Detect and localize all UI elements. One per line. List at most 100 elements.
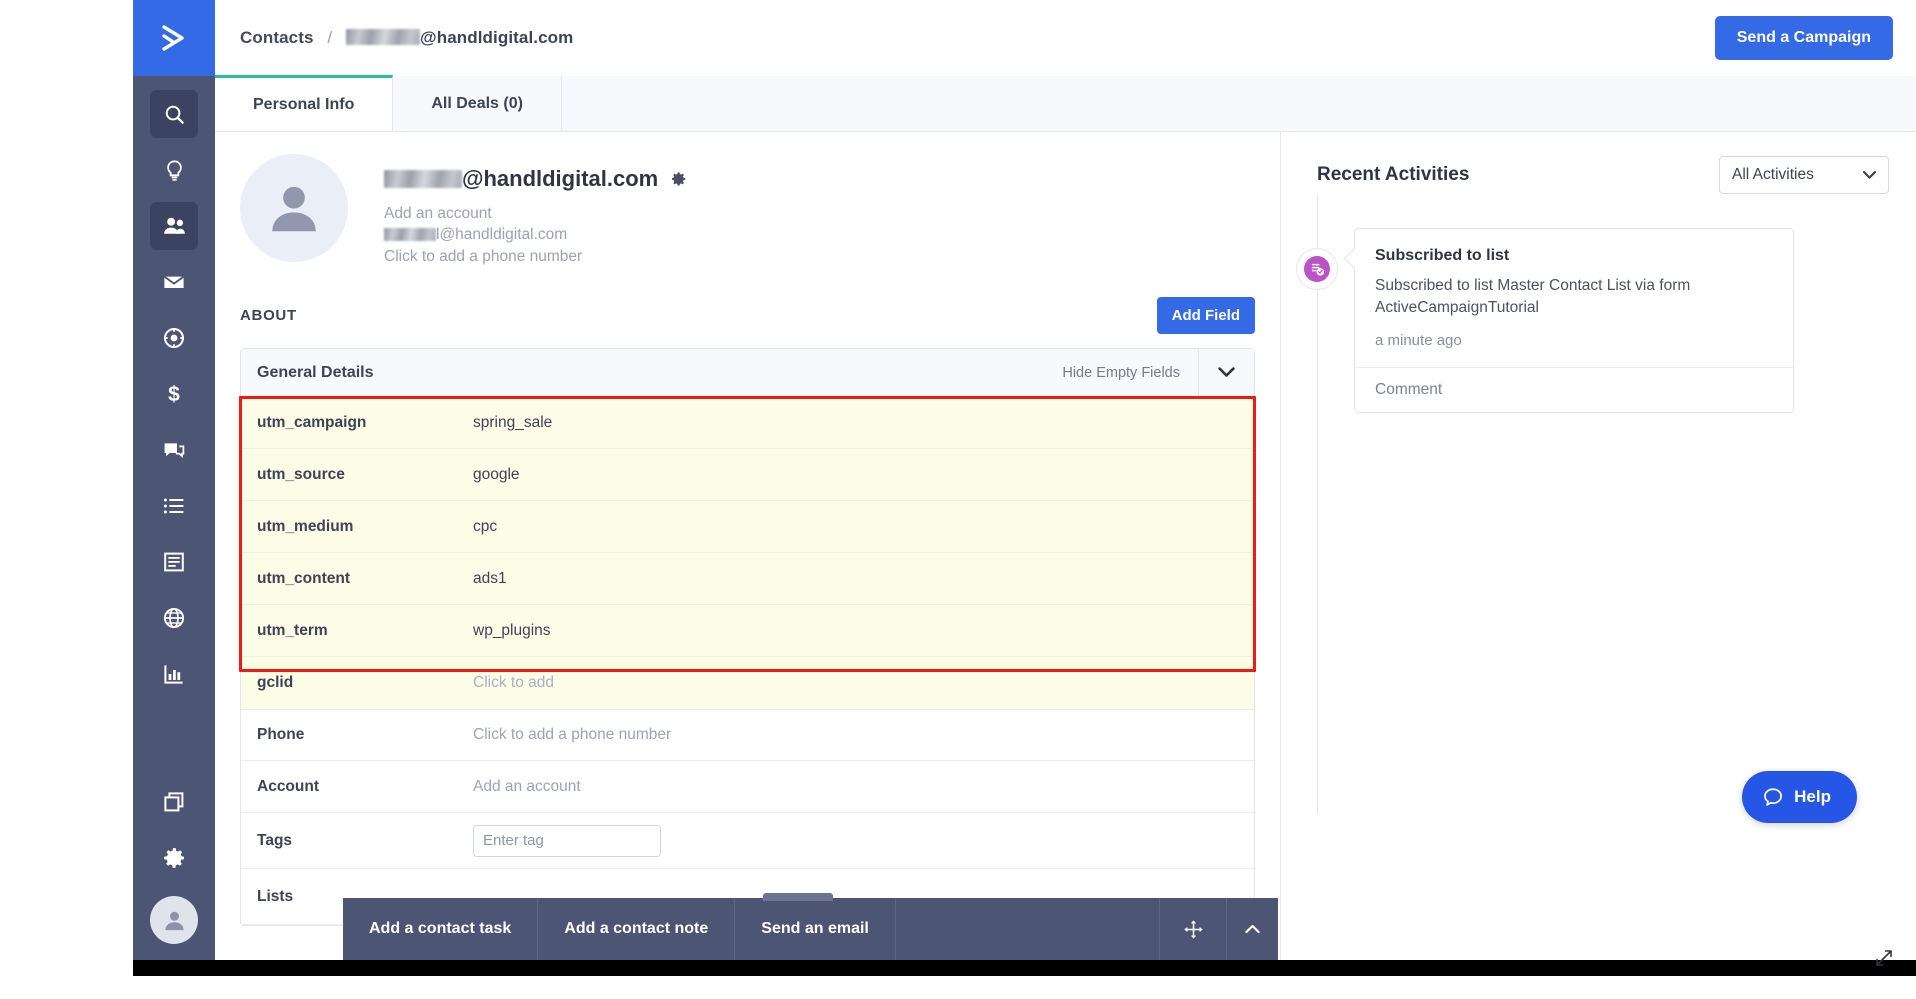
- page-bottom-strip: [0, 976, 1916, 999]
- activecampaign-logo[interactable]: [133, 0, 215, 76]
- add-field-button[interactable]: Add Field: [1157, 297, 1255, 334]
- field-value[interactable]: spring_sale: [473, 414, 552, 432]
- pages-icon: [162, 550, 186, 574]
- send-an-email-button[interactable]: Send an email: [735, 898, 896, 960]
- field-value[interactable]: wp_plugins: [473, 622, 551, 640]
- sidebar-item-campaigns[interactable]: [150, 258, 198, 306]
- contact-header: @handldigital.com Add an account l@handl…: [215, 132, 1280, 267]
- lightbulb-icon: [163, 159, 186, 182]
- breadcrumb: Contacts / @handldigital.com: [240, 28, 573, 48]
- breadcrumb-contacts-link[interactable]: Contacts: [240, 28, 314, 47]
- chevron-down-icon: [1218, 367, 1235, 378]
- table-row[interactable]: Phone Click to add a phone number: [241, 709, 1254, 761]
- sidebar-item-settings[interactable]: [150, 834, 198, 882]
- sidebar-item-apps[interactable]: [150, 778, 198, 826]
- main-content: @handldigital.com Add an account l@handl…: [215, 132, 1280, 960]
- gear-icon: [162, 846, 186, 870]
- sidebar-item-lists[interactable]: [150, 482, 198, 530]
- help-button[interactable]: Help: [1742, 771, 1857, 823]
- field-key: utm_medium: [241, 518, 473, 536]
- sidebar-item-contacts[interactable]: [150, 202, 198, 250]
- about-section-header: ABOUT Add Field: [240, 297, 1255, 334]
- sidebar-item-search[interactable]: [150, 90, 198, 138]
- hide-empty-fields-toggle[interactable]: Hide Empty Fields: [1062, 365, 1198, 381]
- activities-filter-select[interactable]: All Activities: [1719, 156, 1889, 194]
- field-value[interactable]: Click to add: [473, 674, 554, 692]
- table-row[interactable]: utm_term wp_plugins: [241, 605, 1254, 657]
- contact-action-bar: Add a contact task Add a contact note Se…: [343, 898, 1278, 960]
- sidebar-item-automations[interactable]: [150, 314, 198, 362]
- automation-icon: [162, 326, 186, 350]
- tab-personal-info[interactable]: Personal Info: [215, 75, 393, 131]
- app-root: $: [0, 0, 1916, 999]
- page-left-strip: [0, 0, 133, 999]
- field-key: utm_term: [241, 622, 473, 640]
- action-bar-drag-nub[interactable]: [763, 893, 833, 901]
- field-key: Phone: [241, 726, 473, 744]
- add-contact-note-button[interactable]: Add a contact note: [538, 898, 735, 960]
- table-row[interactable]: utm_campaign spring_sale: [241, 397, 1254, 449]
- table-row[interactable]: utm_medium cpc: [241, 501, 1254, 553]
- window-bottom-edge: [133, 960, 1916, 976]
- search-icon: [163, 103, 186, 126]
- contact-name: @handldigital.com: [384, 166, 687, 192]
- contact-settings-button[interactable]: [669, 170, 687, 188]
- send-campaign-button[interactable]: Send a Campaign: [1715, 16, 1893, 60]
- field-key: utm_source: [241, 466, 473, 484]
- action-bar-collapse-button[interactable]: [1226, 898, 1278, 960]
- activity-title: Subscribed to list: [1375, 247, 1773, 265]
- reports-icon: [162, 662, 186, 686]
- dollar-icon: $: [162, 382, 186, 406]
- field-key: utm_campaign: [241, 414, 473, 432]
- table-row[interactable]: gclid Click to add: [241, 657, 1254, 709]
- activity-comment-input[interactable]: Comment: [1355, 367, 1793, 412]
- nav-bottom-group: [133, 778, 215, 960]
- add-account-link[interactable]: Add an account: [384, 203, 687, 224]
- field-key: Tags: [241, 832, 473, 850]
- sidebar-item-deals[interactable]: $: [150, 370, 198, 418]
- activity-marker: [1296, 248, 1338, 290]
- collapse-card-button[interactable]: [1198, 349, 1254, 397]
- table-row[interactable]: utm_content ads1: [241, 553, 1254, 605]
- field-value[interactable]: cpc: [473, 518, 497, 536]
- tag-input[interactable]: [473, 825, 661, 857]
- action-bar-move-handle[interactable]: [1160, 898, 1226, 960]
- sidebar-item-forms[interactable]: [150, 538, 198, 586]
- list-item: Subscribed to list Subscribed to list Ma…: [1317, 228, 1916, 413]
- move-handle-icon: [1183, 919, 1204, 940]
- field-key: gclid: [241, 674, 473, 692]
- tab-bar: Personal Info All Deals (0): [215, 76, 1916, 132]
- contact-email[interactable]: l@handldigital.com: [384, 224, 687, 245]
- contact-header-sublines: Add an account l@handldigital.com Click …: [384, 203, 687, 267]
- apps-icon: [162, 790, 186, 814]
- activity-body: Subscribed to list Subscribed to list Ma…: [1355, 229, 1793, 367]
- general-details-title: General Details: [241, 364, 1062, 382]
- tab-all-deals[interactable]: All Deals (0): [393, 76, 562, 131]
- sidebar-item-conversations[interactable]: [150, 426, 198, 474]
- chevron-down-icon: [1863, 171, 1876, 179]
- nav-item-list: $: [133, 76, 215, 706]
- resize-grip[interactable]: [1874, 948, 1894, 973]
- action-bar-filler: [896, 898, 1160, 960]
- sidebar-item-insights[interactable]: [150, 146, 198, 194]
- table-row[interactable]: Tags: [241, 813, 1254, 869]
- account-avatar-icon: [161, 907, 188, 934]
- table-row[interactable]: utm_source google: [241, 449, 1254, 501]
- sidebar-item-reports[interactable]: [150, 650, 198, 698]
- breadcrumb-current: @handldigital.com: [420, 28, 573, 47]
- field-value[interactable]: ads1: [473, 570, 507, 588]
- redacted-email-user: [384, 228, 436, 241]
- add-contact-task-button[interactable]: Add a contact task: [343, 898, 538, 960]
- field-value[interactable]: google: [473, 466, 520, 484]
- field-value[interactable]: Click to add a phone number: [473, 726, 671, 744]
- recent-activities-panel: Recent Activities All Activities Subscri…: [1280, 132, 1916, 960]
- recent-activities-header: Recent Activities All Activities: [1281, 156, 1916, 194]
- account-avatar[interactable]: [150, 896, 198, 944]
- activity-timestamp: a minute ago: [1375, 332, 1773, 349]
- sidebar-item-website[interactable]: [150, 594, 198, 642]
- add-phone-link[interactable]: Click to add a phone number: [384, 246, 687, 267]
- contact-header-details: @handldigital.com Add an account l@handl…: [384, 154, 687, 267]
- chat-bubble-icon: [1762, 786, 1784, 808]
- table-row[interactable]: Account Add an account: [241, 761, 1254, 813]
- field-value[interactable]: Add an account: [473, 778, 581, 796]
